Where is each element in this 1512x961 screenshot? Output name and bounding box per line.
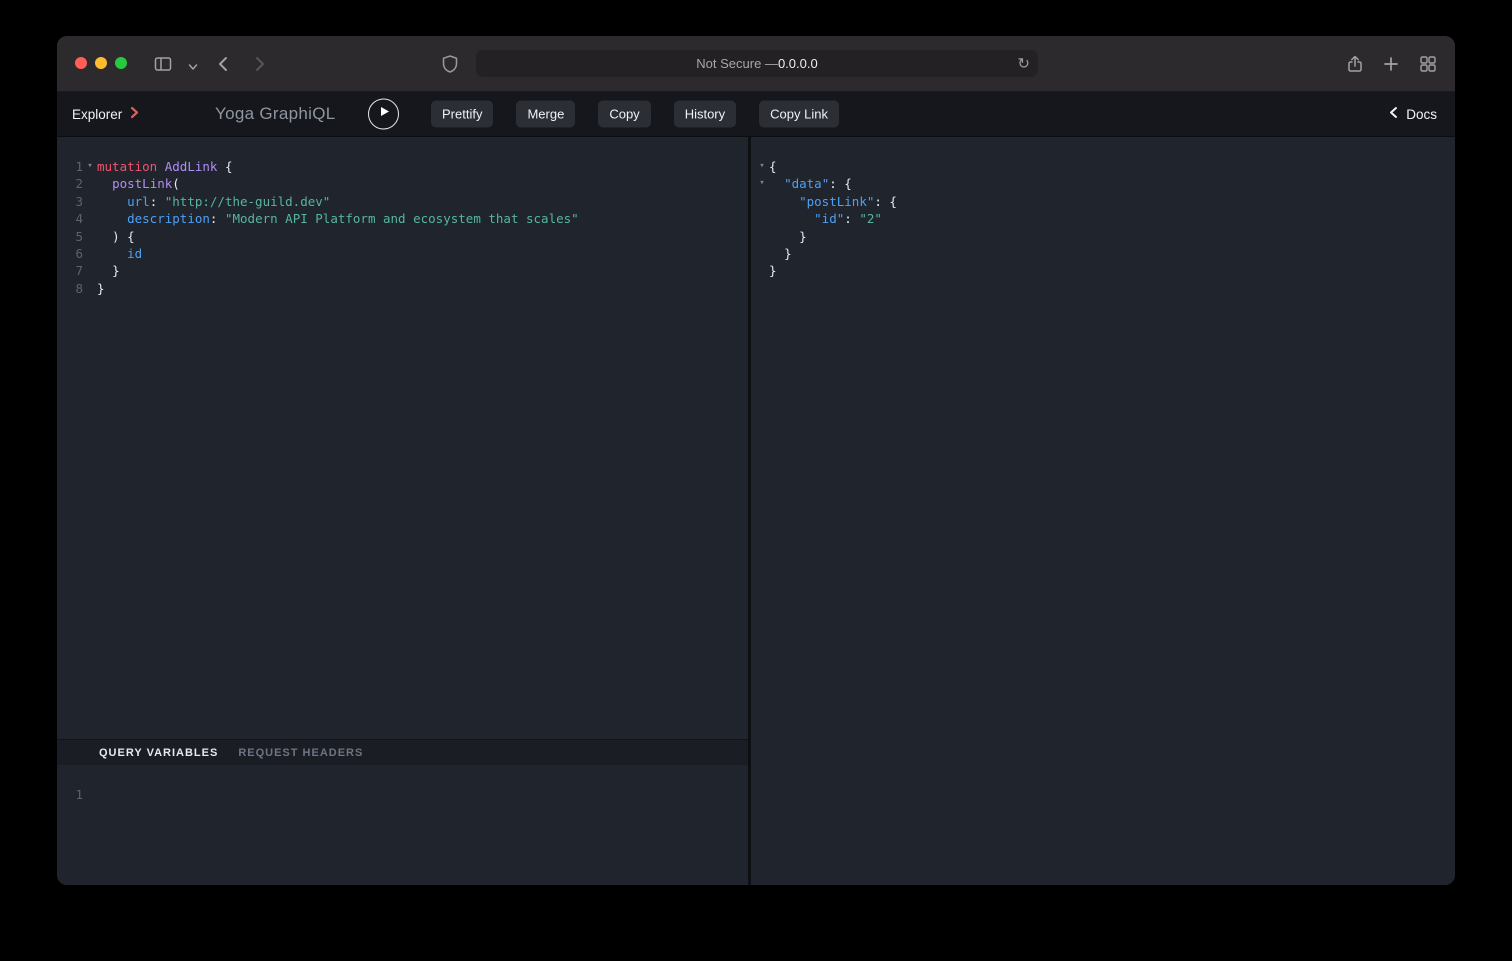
code-line[interactable]: "postLink": { bbox=[755, 193, 1455, 210]
copy-button[interactable]: Copy bbox=[598, 101, 650, 128]
docs-chevron-icon bbox=[1389, 106, 1398, 122]
chevron-down-icon[interactable] bbox=[181, 55, 205, 79]
play-icon bbox=[377, 105, 391, 124]
line-number: 6 bbox=[57, 245, 83, 262]
code-line[interactable]: } bbox=[755, 228, 1455, 245]
fold-gutter bbox=[755, 210, 769, 227]
code-text: "postLink": { bbox=[769, 193, 897, 210]
code-text: { bbox=[769, 158, 777, 175]
explorer-chevron-icon bbox=[130, 106, 139, 122]
query-editor[interactable]: 1▾mutation AddLink {2 postLink(3 url: "h… bbox=[57, 137, 748, 739]
code-line[interactable]: 1 bbox=[57, 786, 748, 803]
line-number: 1 bbox=[57, 786, 83, 803]
minimize-window-button[interactable] bbox=[95, 57, 107, 69]
reload-icon[interactable]: ↻ bbox=[1017, 56, 1030, 71]
explorer-button[interactable]: Explorer bbox=[72, 92, 139, 136]
security-label: Not Secure — bbox=[696, 56, 778, 71]
fold-gutter bbox=[755, 193, 769, 210]
line-number: 3 bbox=[57, 193, 83, 210]
forward-icon[interactable] bbox=[247, 52, 271, 76]
fold-gutter bbox=[83, 245, 97, 262]
variables-editor[interactable]: 1 bbox=[57, 765, 748, 885]
response-viewer[interactable]: ▾{▾ "data": { "postLink": { "id": "2" } … bbox=[751, 137, 1455, 280]
address-bar[interactable]: Not Secure — 0.0.0.0 ↻ bbox=[476, 50, 1038, 77]
browser-window: Not Secure — 0.0.0.0 ↻ Explorer Yoga Gra… bbox=[57, 36, 1455, 885]
code-text: mutation AddLink { bbox=[97, 158, 233, 175]
code-text: postLink( bbox=[97, 175, 180, 192]
code-text: description: "Modern API Platform and ec… bbox=[97, 210, 579, 227]
code-line[interactable]: 8} bbox=[57, 280, 748, 297]
history-button[interactable]: History bbox=[674, 101, 736, 128]
tab-request-headers[interactable]: REQUEST HEADERS bbox=[238, 747, 363, 759]
line-number: 1 bbox=[57, 158, 83, 175]
code-text: } bbox=[97, 262, 120, 279]
close-window-button[interactable] bbox=[75, 57, 87, 69]
code-line[interactable]: } bbox=[755, 245, 1455, 262]
line-number: 7 bbox=[57, 262, 83, 279]
tab-overview-icon[interactable] bbox=[1416, 52, 1440, 76]
code-line[interactable]: 7 } bbox=[57, 262, 748, 279]
main-content: 1▾mutation AddLink {2 postLink(3 url: "h… bbox=[57, 137, 1455, 885]
code-text: "id": "2" bbox=[769, 210, 882, 227]
fold-gutter bbox=[83, 280, 97, 297]
line-number: 5 bbox=[57, 228, 83, 245]
code-line[interactable]: 1▾mutation AddLink { bbox=[57, 158, 748, 175]
page-title: Yoga GraphiQL bbox=[215, 104, 335, 124]
fold-gutter bbox=[83, 193, 97, 210]
explorer-label: Explorer bbox=[72, 107, 122, 122]
fold-gutter bbox=[83, 175, 97, 192]
docs-button[interactable]: Docs bbox=[1389, 106, 1437, 122]
code-line[interactable]: 4 description: "Modern API Platform and … bbox=[57, 210, 748, 227]
sidebar-toggle-icon[interactable] bbox=[151, 52, 175, 76]
code-line[interactable]: 2 postLink( bbox=[57, 175, 748, 192]
code-line[interactable]: ▾{ bbox=[755, 158, 1455, 175]
docs-label: Docs bbox=[1406, 107, 1437, 122]
code-line[interactable]: "id": "2" bbox=[755, 210, 1455, 227]
share-icon[interactable] bbox=[1343, 52, 1367, 76]
back-icon[interactable] bbox=[212, 52, 236, 76]
graphiql-toolbar: Explorer Yoga GraphiQL Prettify Merge Co… bbox=[57, 92, 1455, 137]
execute-query-button[interactable] bbox=[368, 99, 399, 130]
fold-arrow-icon[interactable]: ▾ bbox=[755, 158, 769, 175]
fold-gutter bbox=[755, 262, 769, 279]
code-text: ) { bbox=[97, 228, 135, 245]
code-text: } bbox=[97, 280, 105, 297]
code-text: url: "http://the-guild.dev" bbox=[97, 193, 330, 210]
merge-button[interactable]: Merge bbox=[516, 101, 575, 128]
code-line[interactable]: 6 id bbox=[57, 245, 748, 262]
line-number: 2 bbox=[57, 175, 83, 192]
fold-gutter bbox=[83, 786, 97, 803]
zoom-window-button[interactable] bbox=[115, 57, 127, 69]
copy-link-button[interactable]: Copy Link bbox=[759, 101, 839, 128]
code-line[interactable]: 3 url: "http://the-guild.dev" bbox=[57, 193, 748, 210]
query-pane: 1▾mutation AddLink {2 postLink(3 url: "h… bbox=[57, 137, 748, 885]
response-pane: ▾{▾ "data": { "postLink": { "id": "2" } … bbox=[748, 137, 1455, 885]
fold-gutter bbox=[755, 245, 769, 262]
code-text: id bbox=[97, 245, 142, 262]
code-text: } bbox=[769, 262, 777, 279]
fold-arrow-icon[interactable]: ▾ bbox=[755, 175, 769, 192]
new-tab-icon[interactable] bbox=[1379, 52, 1403, 76]
variables-panel-header: QUERY VARIABLES REQUEST HEADERS bbox=[57, 739, 748, 765]
code-line[interactable]: ▾ "data": { bbox=[755, 175, 1455, 192]
fold-gutter bbox=[83, 210, 97, 227]
line-number: 4 bbox=[57, 210, 83, 227]
fold-gutter bbox=[755, 228, 769, 245]
code-line[interactable]: 5 ) { bbox=[57, 228, 748, 245]
fold-gutter bbox=[83, 262, 97, 279]
prettify-button[interactable]: Prettify bbox=[431, 101, 493, 128]
shield-icon[interactable] bbox=[438, 52, 462, 76]
code-text: "data": { bbox=[769, 175, 852, 192]
code-text: } bbox=[769, 245, 792, 262]
code-line[interactable]: } bbox=[755, 262, 1455, 279]
code-text: } bbox=[769, 228, 807, 245]
toolbar-buttons: Prettify Merge Copy History Copy Link bbox=[431, 101, 839, 128]
url-host: 0.0.0.0 bbox=[778, 56, 818, 71]
fold-arrow-icon[interactable]: ▾ bbox=[83, 158, 97, 175]
line-number: 8 bbox=[57, 280, 83, 297]
browser-chrome: Not Secure — 0.0.0.0 ↻ bbox=[57, 36, 1455, 92]
fold-gutter bbox=[83, 228, 97, 245]
tab-query-variables[interactable]: QUERY VARIABLES bbox=[99, 747, 218, 759]
